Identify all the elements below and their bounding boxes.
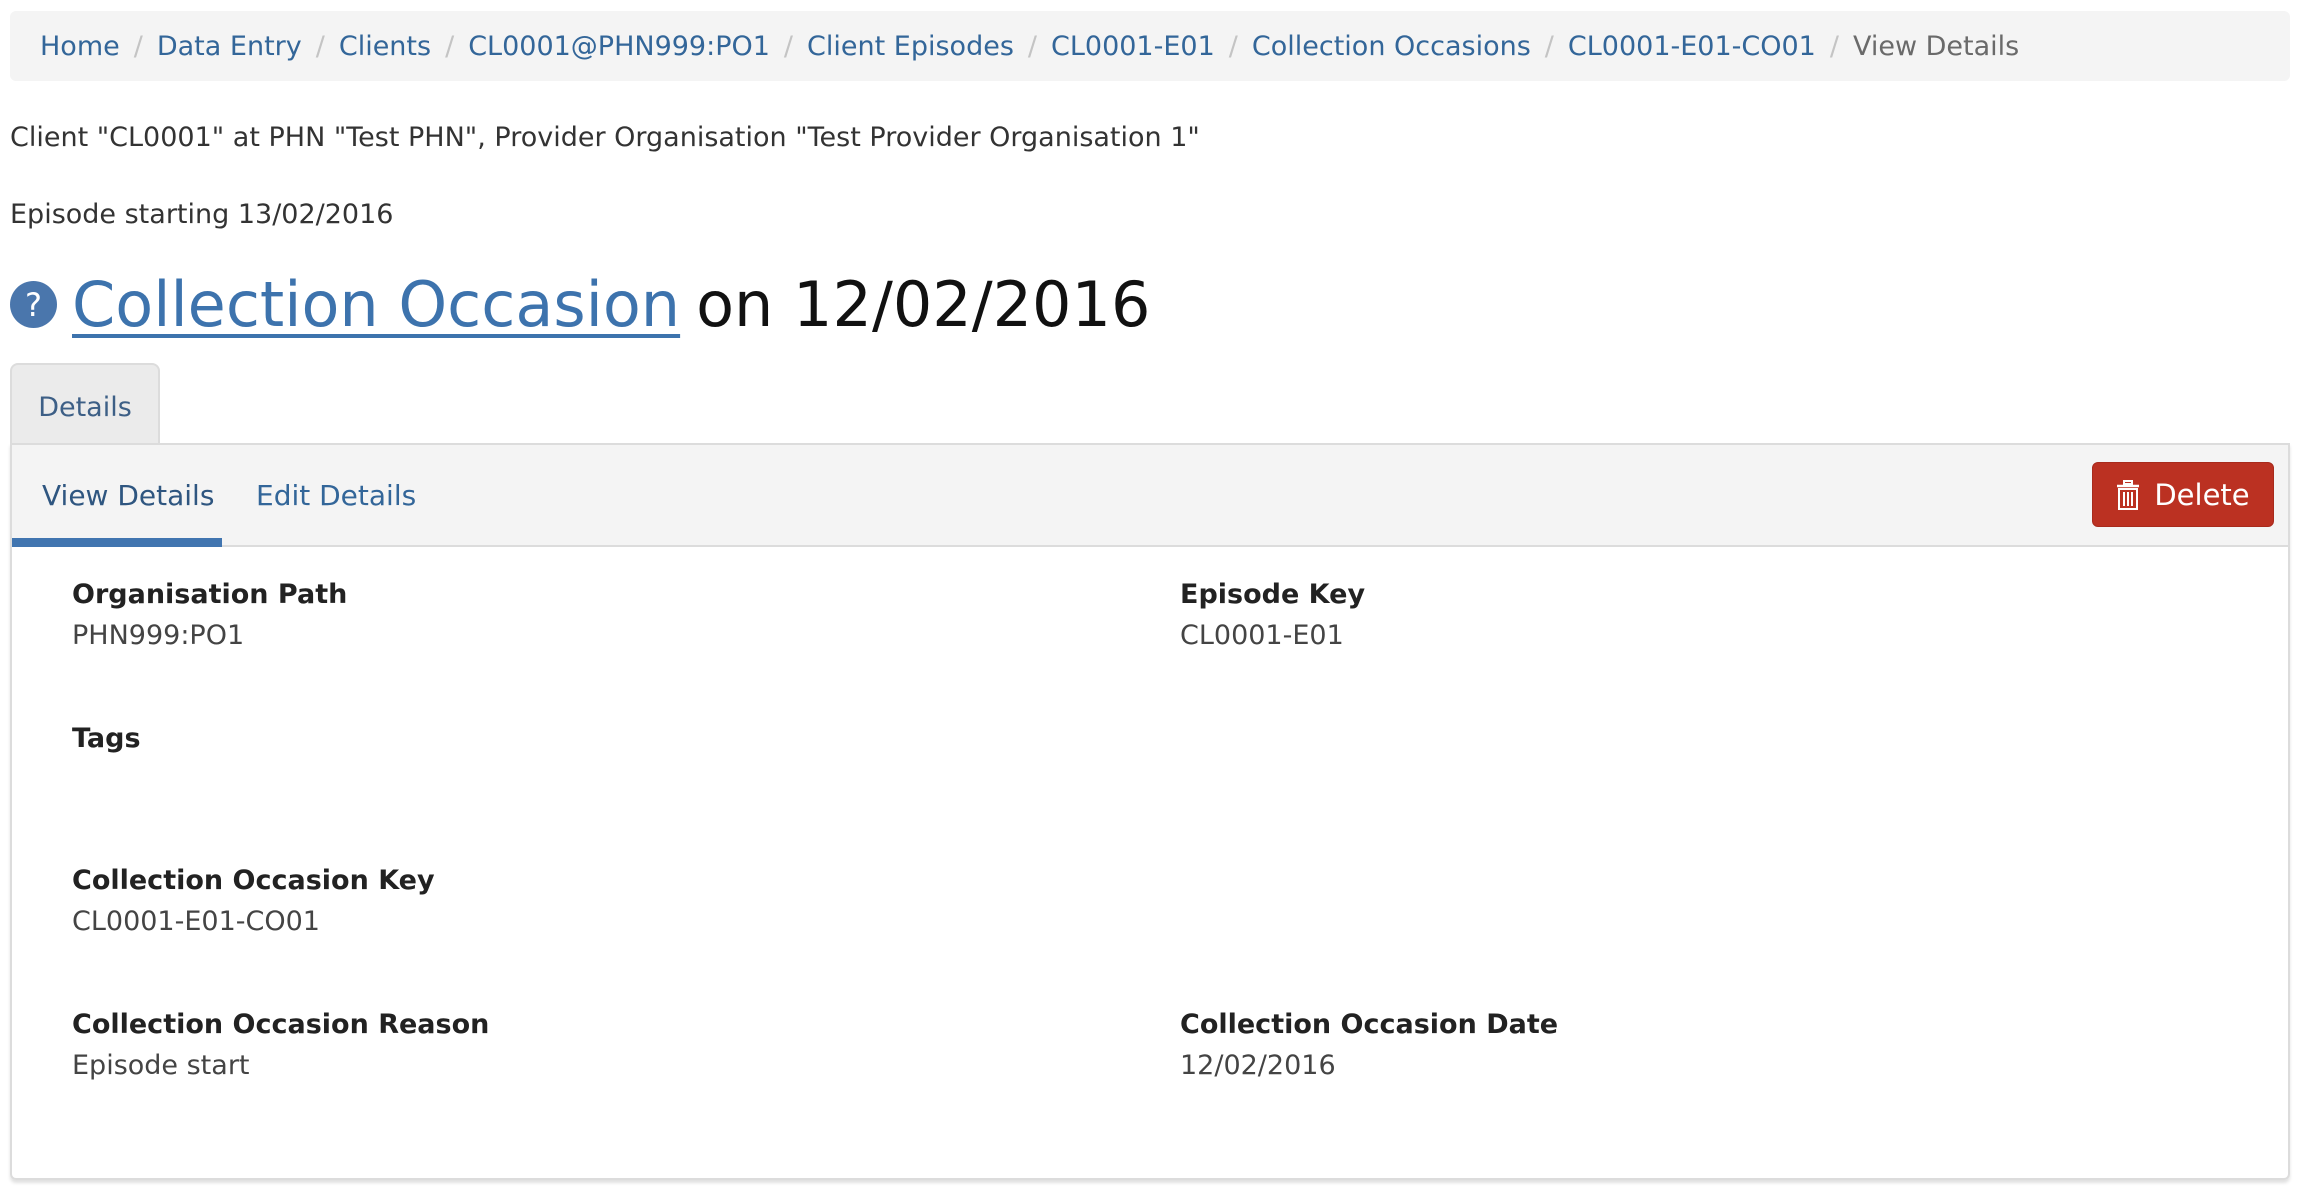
tab-edit-details[interactable]: Edit Details [256, 479, 416, 512]
client-context: Client "CL0001" at PHN "Test PHN", Provi… [10, 122, 1200, 153]
sub-navigation: View Details Edit Details Delete [12, 445, 2288, 547]
breadcrumb-collection-occasion[interactable]: CL0001-E01-CO01 [1568, 31, 1816, 62]
help-icon[interactable]: ? [10, 281, 57, 328]
breadcrumb-separator: / [1544, 30, 1554, 62]
field-value: 12/02/2016 [1180, 1050, 1336, 1081]
field-collection-occasion-reason: Collection Occasion Reason Episode start [72, 1009, 489, 1081]
page-title: ? Collection Occasion on 12/02/2016 [10, 268, 1150, 341]
breadcrumb-data-entry[interactable]: Data Entry [157, 31, 302, 62]
breadcrumb-separator: / [1228, 30, 1238, 62]
title-date: on 12/02/2016 [696, 268, 1151, 341]
field-value: CL0001-E01-CO01 [72, 906, 320, 937]
breadcrumb-separator: / [315, 30, 325, 62]
field-collection-occasion-date: Collection Occasion Date 12/02/2016 [1180, 1009, 1558, 1081]
field-organisation-path: Organisation Path PHN999:PO1 [72, 579, 347, 651]
breadcrumb-client-episodes[interactable]: Client Episodes [807, 31, 1014, 62]
breadcrumb-clients[interactable]: Clients [339, 31, 431, 62]
active-tab-indicator [12, 538, 222, 547]
field-label: Organisation Path [72, 579, 348, 610]
field-value: Episode start [72, 1050, 250, 1081]
delete-label: Delete [2154, 477, 2250, 512]
field-label: Episode Key [1180, 579, 1366, 610]
breadcrumb-separator: / [1829, 30, 1839, 62]
field-label: Collection Occasion Date [1180, 1009, 1559, 1040]
field-episode-key: Episode Key CL0001-E01 [1180, 579, 1365, 651]
field-tags: Tags [72, 723, 141, 764]
breadcrumb-client[interactable]: CL0001@PHN999:PO1 [468, 31, 770, 62]
collection-occasion-link[interactable]: Collection Occasion [72, 268, 680, 341]
breadcrumb-separator: / [133, 30, 143, 62]
tab-details[interactable]: Details [10, 363, 160, 445]
breadcrumb-current: View Details [1852, 30, 2020, 62]
breadcrumb-episode[interactable]: CL0001-E01 [1051, 31, 1215, 62]
breadcrumb-separator: / [783, 30, 794, 62]
tab-view-details[interactable]: View Details [42, 479, 214, 512]
breadcrumb-separator: / [1027, 30, 1037, 62]
field-label: Collection Occasion Reason [72, 1009, 490, 1040]
episode-context: Episode starting 13/02/2016 [10, 199, 394, 230]
field-value: PHN999:PO1 [72, 620, 245, 651]
field-value: CL0001-E01 [1180, 620, 1344, 651]
field-label: Collection Occasion Key [72, 865, 435, 896]
breadcrumb-home[interactable]: Home [40, 31, 120, 62]
breadcrumb: Home / Data Entry / Clients / CL0001@PHN… [10, 11, 2290, 81]
breadcrumb-separator: / [445, 30, 455, 62]
trash-icon [2117, 479, 2140, 510]
delete-button[interactable]: Delete [2092, 462, 2274, 527]
field-collection-occasion-key: Collection Occasion Key CL0001-E01-CO01 [72, 865, 435, 937]
details-panel: View Details Edit Details Delete Organis… [10, 443, 2290, 1180]
field-label: Tags [72, 723, 141, 754]
breadcrumb-collection-occasions[interactable]: Collection Occasions [1252, 31, 1531, 62]
